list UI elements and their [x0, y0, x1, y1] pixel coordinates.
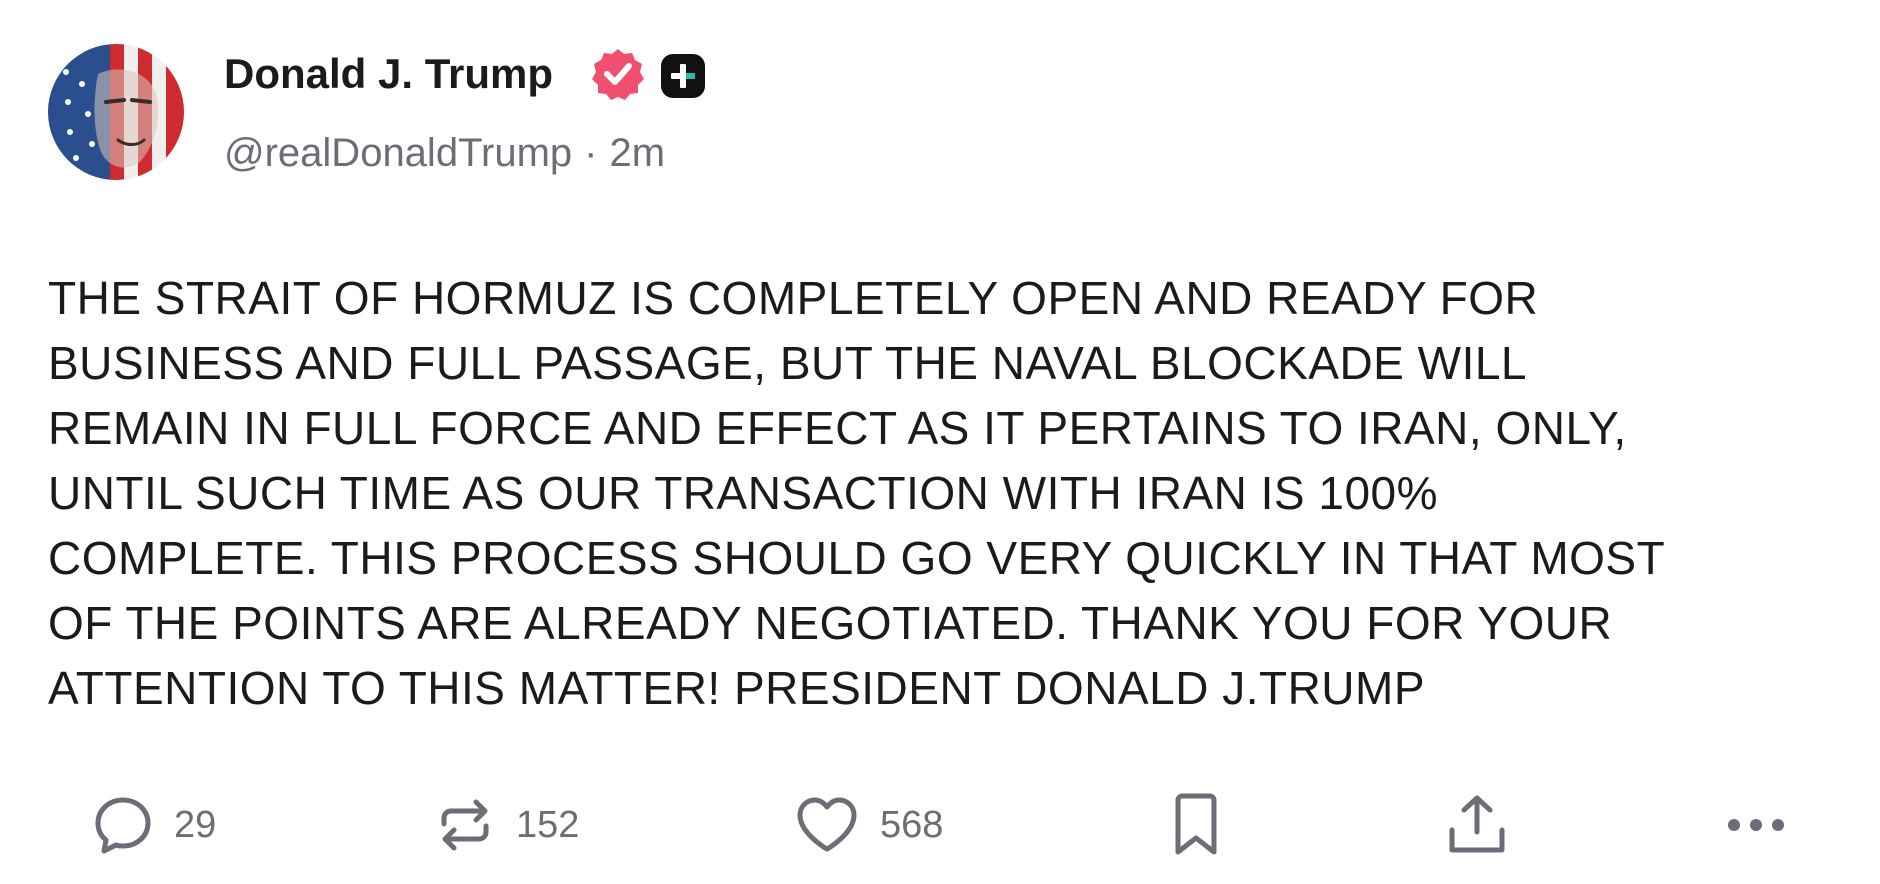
share-icon: [1449, 795, 1505, 853]
like-count: 568: [880, 804, 944, 846]
post-card: Donald J. Trump @realDonaldTrump · 2m THE …: [0, 0, 1880, 884]
meta-separator: ·: [584, 131, 598, 175]
handle[interactable]: @realDonaldTrump: [224, 131, 572, 175]
avatar-image: [48, 44, 184, 180]
avatar[interactable]: [48, 44, 184, 180]
reply-count: 29: [174, 804, 217, 846]
like-button[interactable]: 568: [794, 790, 943, 860]
action-bar: 29 152 568: [0, 790, 1880, 860]
verified-badge-icon: [592, 49, 644, 100]
timestamp[interactable]: 2m: [609, 131, 665, 175]
plus-badge-icon: [661, 54, 705, 98]
bookmark-icon: [1175, 793, 1217, 855]
more-button[interactable]: [1724, 790, 1788, 860]
repost-count: 152: [516, 804, 580, 846]
more-icon: [1728, 819, 1784, 831]
post-meta: @realDonaldTrump · 2m: [224, 128, 665, 178]
repost-button[interactable]: 152: [434, 790, 579, 860]
display-name[interactable]: Donald J. Trump: [224, 46, 553, 102]
share-button[interactable]: [1444, 790, 1510, 860]
post-text: THE STRAIT OF HORMUZ IS COMPLETELY OPEN …: [48, 272, 1666, 714]
heart-icon: [797, 797, 857, 852]
reply-button[interactable]: 29: [92, 790, 216, 860]
bookmark-button[interactable]: [1168, 790, 1224, 860]
reply-icon: [95, 797, 151, 854]
repost-icon: [441, 799, 489, 851]
